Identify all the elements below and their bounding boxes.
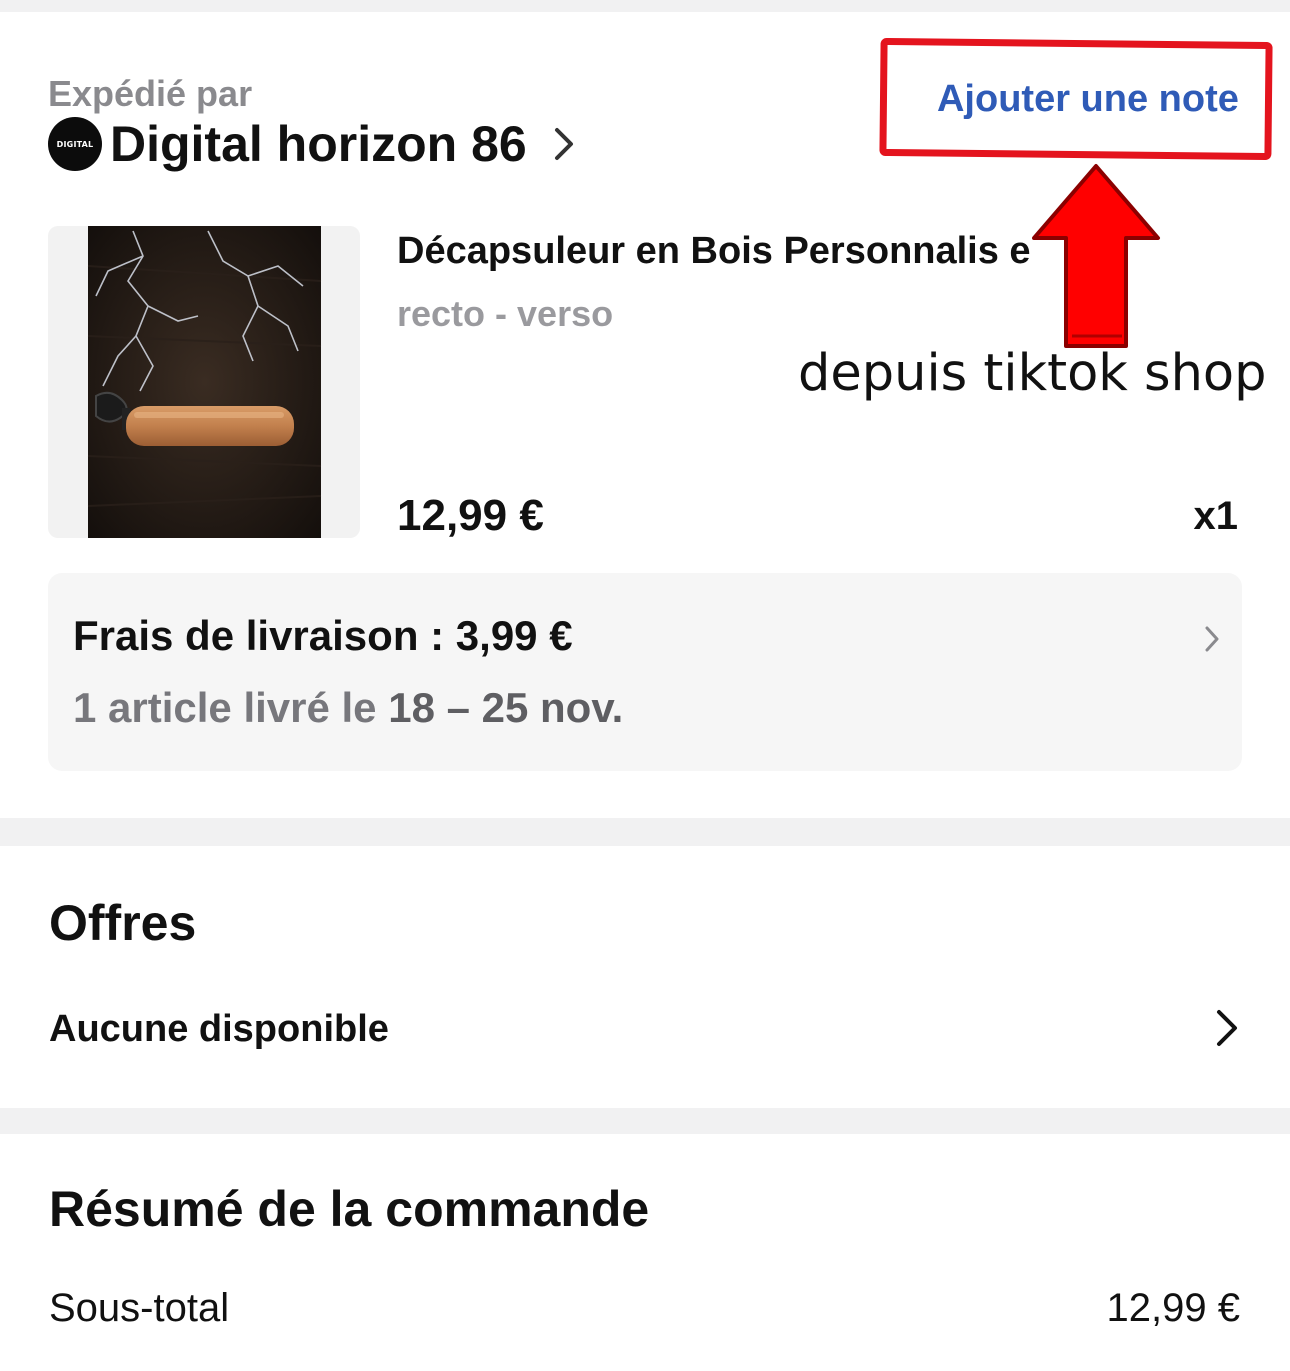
delivery-info-row[interactable]: Frais de livraison : 3,99 € 1 article li… bbox=[48, 573, 1242, 771]
order-summary-title: Résumé de la commande bbox=[49, 1181, 650, 1237]
product-variant: recto - verso bbox=[397, 293, 614, 334]
delivery-eta-prefix: 1 article livré le bbox=[73, 684, 389, 731]
annotation-text: depuis tiktok shop bbox=[798, 344, 1267, 403]
product-image[interactable] bbox=[48, 226, 360, 538]
seller-name: Digital horizon 86 bbox=[110, 116, 527, 172]
add-note-button[interactable]: Ajouter une note bbox=[879, 37, 1273, 161]
subtotal-value: 12,99 € bbox=[1106, 1286, 1240, 1330]
add-note-label: Ajouter une note bbox=[937, 77, 1239, 120]
seller-avatar: DIGITAL bbox=[48, 117, 102, 171]
order-summary-card: Résumé de la commande Sous-total 12,99 € bbox=[0, 1134, 1290, 1371]
delivery-eta: 1 article livré le 18 – 25 nov. bbox=[73, 683, 623, 733]
up-arrow-annotation bbox=[1032, 164, 1160, 348]
shipped-by-label: Expédié par bbox=[48, 73, 253, 114]
delivery-eta-dates: 18 – 25 nov. bbox=[388, 684, 624, 731]
order-checkout-screen: Expédié par DIGITAL Digital horizon 86 A… bbox=[0, 0, 1290, 1371]
seller-order-card: Expédié par DIGITAL Digital horizon 86 A… bbox=[0, 12, 1290, 818]
offers-title: Offres bbox=[49, 895, 197, 951]
seller-logo-text: DIGITAL bbox=[56, 139, 94, 149]
offers-row[interactable]: Aucune disponible bbox=[0, 996, 1290, 1066]
offers-value: Aucune disponible bbox=[49, 1008, 389, 1050]
chevron-right-icon bbox=[1204, 625, 1220, 658]
chevron-right-icon bbox=[1214, 1008, 1240, 1053]
seller-link[interactable]: DIGITAL Digital horizon 86 bbox=[48, 114, 583, 174]
subtotal-label: Sous-total bbox=[49, 1286, 230, 1330]
chevron-right-icon bbox=[553, 124, 583, 164]
product-price: 12,99 € bbox=[397, 491, 544, 540]
product-quantity: x1 bbox=[1193, 494, 1239, 538]
offers-card: Offres Aucune disponible bbox=[0, 846, 1290, 1108]
delivery-fee: Frais de livraison : 3,99 € bbox=[73, 612, 573, 659]
